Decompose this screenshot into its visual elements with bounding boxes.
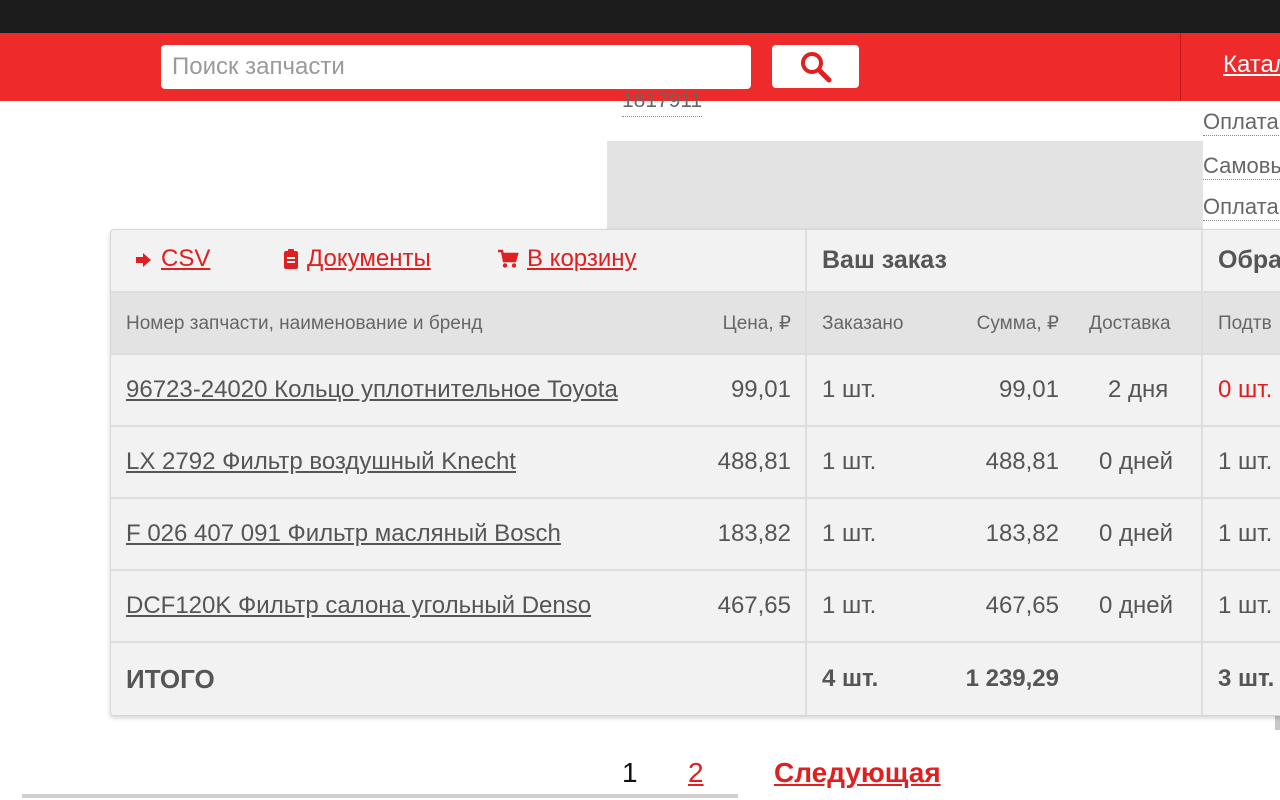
current-page-number: 1 — [622, 757, 638, 788]
csv-label: CSV — [161, 245, 211, 272]
delivery-cell: 0 дней — [1099, 520, 1174, 547]
top-status-bar — [0, 0, 1280, 33]
delivery-cell: 0 дней — [1099, 592, 1174, 619]
side-link-pickup[interactable]: Самовы — [1203, 153, 1280, 180]
delivery-cell: 0 дней — [1099, 448, 1174, 475]
confirmed-cell: 0 шт. — [1218, 376, 1273, 403]
total-ordered: 4 шт. — [822, 665, 879, 692]
column-header-confirmed: Подтв — [1218, 313, 1272, 334]
column-header-price: Цена, ₽ — [722, 313, 791, 334]
documents-link[interactable]: Документы — [283, 245, 431, 273]
processing-title: Обра — [1218, 246, 1280, 274]
order-table: CSV Документы В корзину Ваш заказ Обра Н… — [110, 229, 1280, 716]
row-divider — [111, 569, 1280, 571]
part-link[interactable]: LX 2792 Фильтр воздушный Knecht — [126, 448, 516, 476]
sum-cell: 467,65 — [985, 592, 1059, 619]
row-divider — [111, 353, 1280, 355]
ordered-cell: 1 шт. — [822, 376, 877, 403]
cart-label: В корзину — [527, 245, 637, 272]
next-page-link[interactable]: Следующая — [774, 757, 941, 789]
part-link[interactable]: DCF120K Фильтр салона угольный Denso — [126, 592, 591, 620]
search-icon — [800, 51, 831, 82]
part-link[interactable]: 96723-24020 Кольцо уплотнительное Toyota — [126, 376, 618, 404]
ordered-cell: 1 шт. — [822, 520, 877, 547]
confirmed-cell: 1 шт. — [1218, 592, 1273, 619]
document-icon — [284, 249, 298, 269]
sum-cell: 99,01 — [998, 376, 1059, 403]
part-link[interactable]: F 026 407 091 Фильтр масляный Bosch — [126, 520, 561, 548]
row-divider — [111, 425, 1280, 427]
row-divider — [111, 641, 1280, 643]
confirmed-cell: 1 шт. — [1218, 520, 1273, 547]
documents-label: Документы — [307, 245, 431, 272]
header-divider — [1180, 33, 1181, 101]
catalog-link[interactable]: Катал — [1223, 51, 1280, 79]
total-sum: 1 239,29 — [965, 665, 1059, 692]
sum-cell: 183,82 — [985, 520, 1059, 547]
confirmed-cell: 1 шт. — [1218, 448, 1273, 475]
price-cell: 467,65 — [717, 592, 791, 619]
background-panel — [607, 141, 1203, 241]
total-confirmed: 3 шт. — [1218, 665, 1275, 692]
side-link-payment-2[interactable]: Оплата — [1203, 194, 1279, 221]
column-header-ordered: Заказано — [822, 313, 904, 334]
csv-export-link[interactable]: CSV — [133, 245, 210, 273]
ordered-cell: 1 шт. — [822, 592, 877, 619]
price-cell: 183,82 — [717, 520, 791, 547]
total-label: ИТОГО — [126, 664, 215, 694]
background-order-number: 1817911 — [622, 90, 703, 117]
pagination-divider — [22, 794, 738, 798]
search-input[interactable] — [161, 45, 751, 89]
add-to-cart-link[interactable]: В корзину — [497, 245, 637, 273]
your-order-title: Ваш заказ — [822, 246, 947, 274]
column-header-part: Номер запчасти, наименование и бренд — [126, 313, 483, 334]
ordered-cell: 1 шт. — [822, 448, 877, 475]
row-divider — [111, 291, 1280, 293]
column-header-sum: Сумма, ₽ — [976, 313, 1059, 334]
column-header-delivery: Доставка — [1089, 313, 1171, 334]
csv-export-icon — [136, 253, 151, 267]
page-link-2[interactable]: 2 — [688, 757, 704, 789]
column-divider — [805, 230, 807, 715]
column-divider — [1201, 230, 1203, 715]
price-cell: 99,01 — [730, 376, 791, 403]
price-cell: 488,81 — [717, 448, 791, 475]
side-link-payment[interactable]: Оплата — [1203, 109, 1279, 136]
cart-icon — [498, 249, 519, 268]
sum-cell: 488,81 — [985, 448, 1059, 475]
search-button[interactable] — [772, 45, 859, 88]
row-divider — [111, 497, 1280, 499]
delivery-cell: 2 дня — [1108, 376, 1169, 403]
